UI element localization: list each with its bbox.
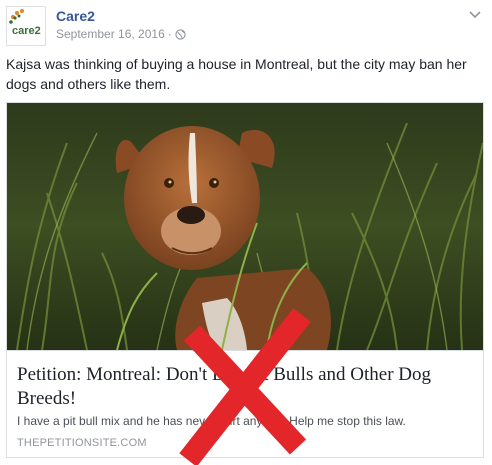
pit-bull-photo	[7, 103, 483, 350]
globe-icon[interactable]	[175, 28, 186, 40]
meta-separator: ·	[167, 27, 172, 41]
post-date[interactable]: September 16, 2016	[56, 27, 165, 41]
post-options-button[interactable]	[466, 6, 484, 24]
card-body[interactable]: Petition: Montreal: Don't Ban Pit Bulls …	[7, 350, 483, 457]
link-preview-card[interactable]: Petition: Montreal: Don't Ban Pit Bulls …	[6, 102, 484, 458]
chevron-down-icon	[469, 11, 481, 19]
post-message: Kajsa was thinking of buying a house in …	[6, 56, 467, 92]
card-domain: THEPETITIONSITE.COM	[17, 437, 147, 449]
avatar[interactable]: care2	[6, 6, 46, 46]
facebook-post: care2 Care2 September 16, 2016 · Kajsa w…	[0, 0, 492, 465]
page-name-link[interactable]: Care2	[56, 8, 95, 24]
card-image[interactable]	[7, 103, 483, 350]
post-meta: September 16, 2016 ·	[56, 27, 186, 41]
logo-wordmark: care2	[12, 25, 41, 37]
card-title[interactable]: Petition: Montreal: Don't Ban Pit Bulls …	[17, 363, 467, 411]
post-header: care2 Care2 September 16, 2016 ·	[6, 6, 486, 46]
card-description: I have a pit bull mix and he has never h…	[17, 414, 406, 428]
care2-logo: care2	[9, 8, 41, 37]
